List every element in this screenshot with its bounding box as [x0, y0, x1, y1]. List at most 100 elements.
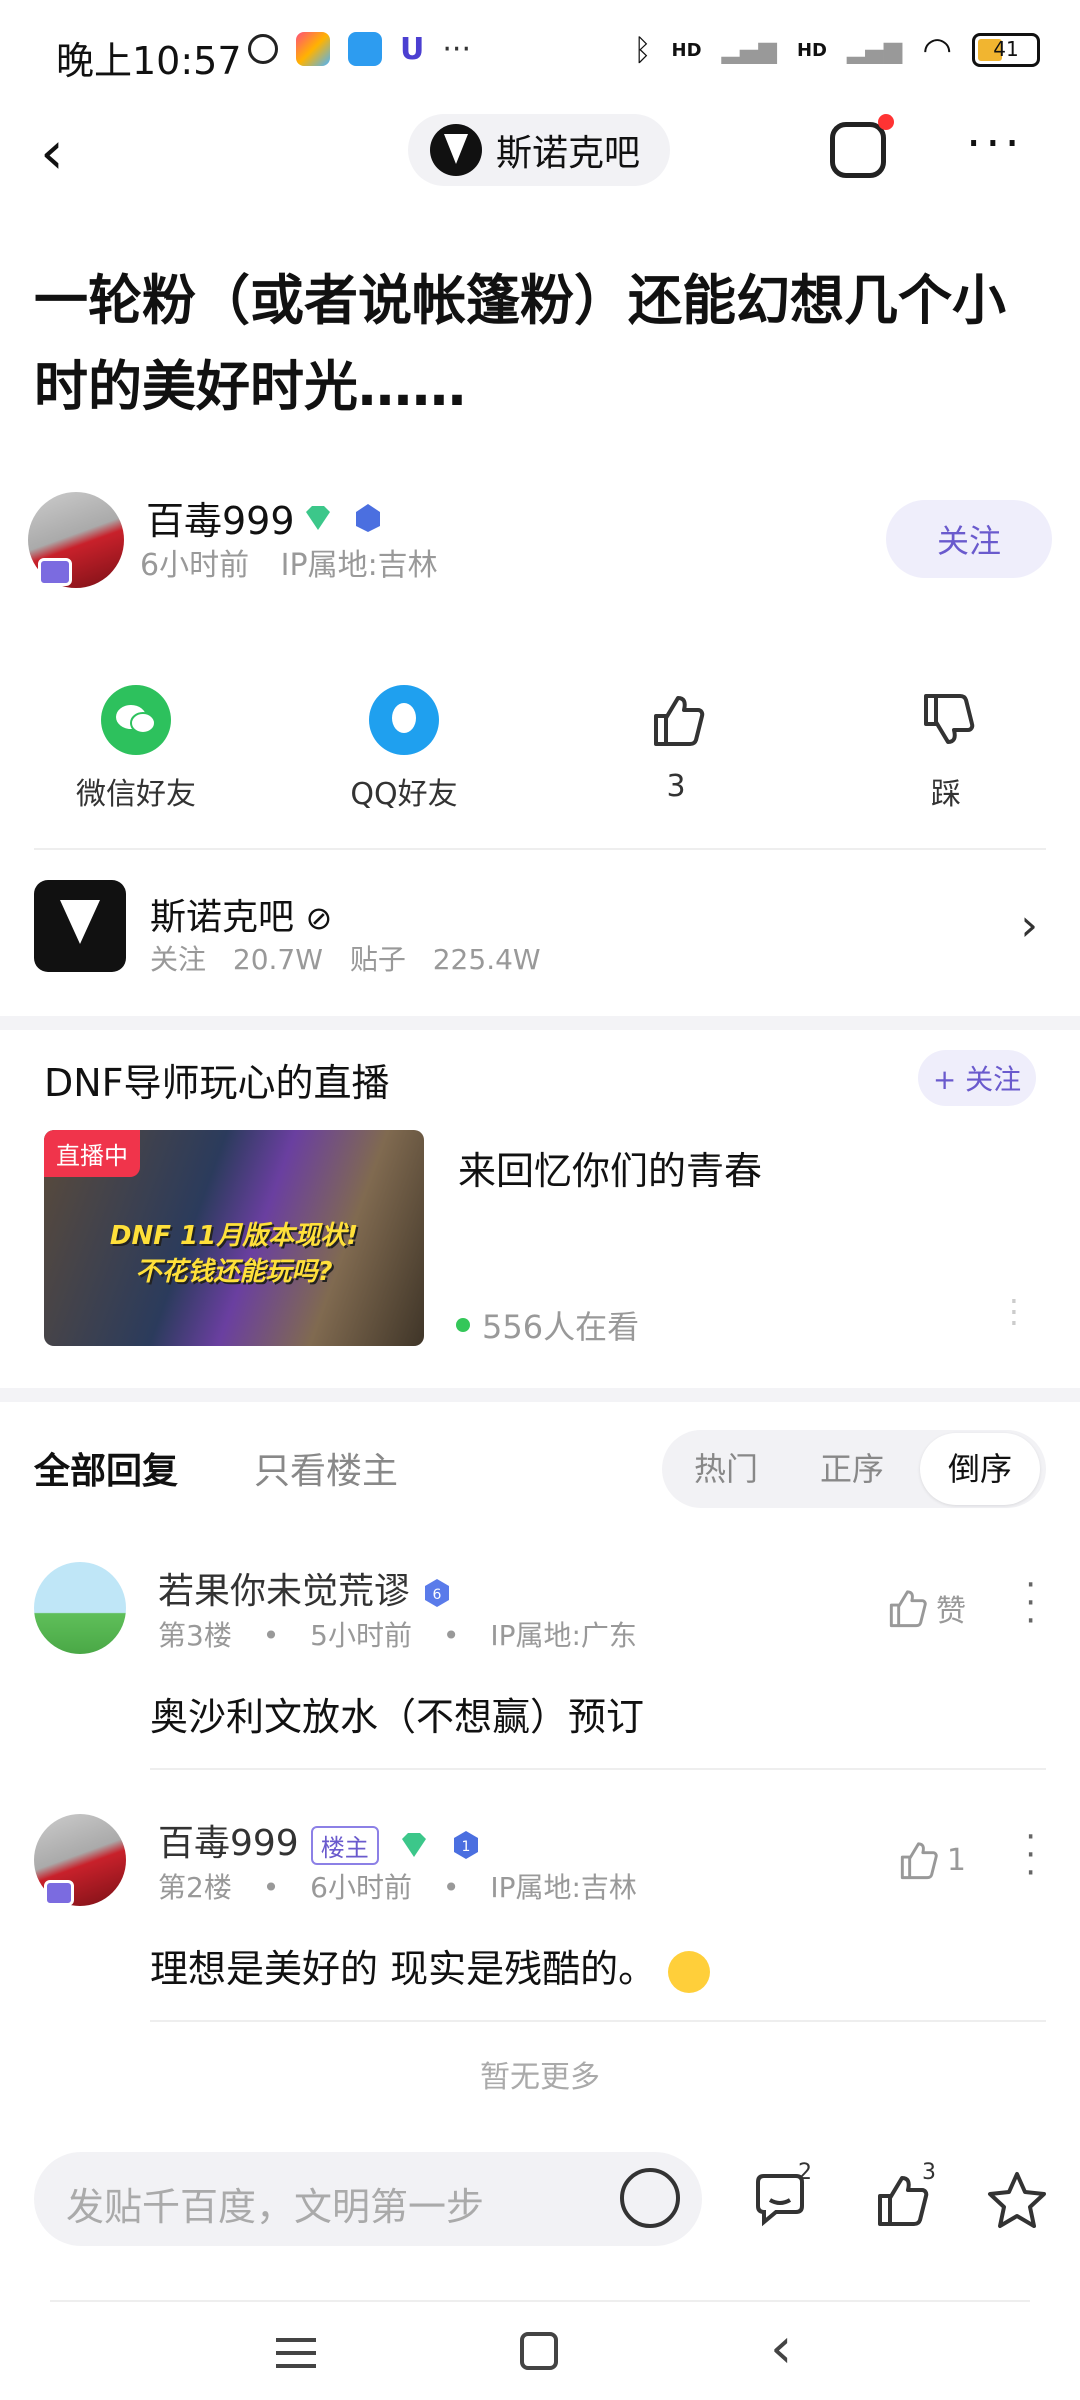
reply-time: 5小时前 — [310, 1619, 412, 1652]
signal-bars-2-icon: ▂▄▆ — [846, 36, 903, 64]
wifi-icon: ◠ — [922, 30, 952, 70]
reply-floor: 第2楼 — [158, 1871, 232, 1904]
bluetooth-icon: ᛒ — [633, 32, 652, 68]
status-right: ᛒ HD ▂▄▆ HD ▂▄▆ ◠ 41 — [634, 30, 1040, 70]
favorite-button[interactable] — [986, 2170, 1048, 2236]
edit-icon[interactable] — [830, 122, 886, 178]
reply-time: 6小时前 — [310, 1871, 412, 1904]
qq-icon — [369, 685, 439, 755]
live-follow-button[interactable]: + 关注 — [918, 1050, 1036, 1106]
reply-ip: IP属地:吉林 — [490, 1871, 637, 1904]
battery-icon: 41 — [972, 33, 1040, 67]
tab-all-replies[interactable]: 全部回复 — [34, 1442, 178, 1494]
reply-more-icon[interactable]: · · · — [1025, 1568, 1036, 1638]
forum-name: 斯诺克吧 ⊘ — [150, 888, 332, 940]
divider — [34, 848, 1046, 850]
live-card[interactable]: DNF导师玩心的直播 + 关注 直播中 DNF 11月版本现状! 不花钱还能玩吗… — [44, 1030, 1036, 1350]
top-nav-bar: ‹ 斯诺克吧 ··· — [0, 100, 1080, 200]
live-dot-icon — [456, 1318, 470, 1332]
back-icon[interactable]: ‹ — [40, 118, 64, 188]
status-bar: 晚上10:57 ᑌ ··· ᛒ HD ▂▄▆ HD ▂▄▆ ◠ 41 — [0, 0, 1080, 100]
sort-desc[interactable]: 倒序 — [920, 1433, 1040, 1505]
live-headline: 来回忆你们的青春 — [458, 1149, 763, 1193]
share-wechat[interactable]: 微信好友 — [36, 685, 236, 813]
live-more-icon[interactable]: ⋮ — [998, 1292, 1030, 1330]
thumbs-up-icon — [889, 1590, 927, 1628]
signal-2-icon: HD — [796, 39, 827, 61]
viewer-count: 556人在看 — [482, 1308, 640, 1346]
live-channel-name: DNF导师玩心的直播 — [44, 1061, 390, 1105]
thumbnail-caption-1: DNF 11月版本现状! — [109, 1221, 359, 1251]
section-gap — [0, 1388, 1080, 1402]
reply-like-button[interactable]: 赞 — [884, 1586, 966, 1630]
laughing-emoji-icon — [668, 1950, 711, 1993]
svg-text:6: 6 — [433, 1587, 442, 1603]
share-qq-label: QQ好友 — [350, 777, 458, 812]
live-thumbnail[interactable]: 直播中 DNF 11月版本现状! 不花钱还能玩吗? — [44, 1130, 424, 1346]
chevron-right-icon: › — [1020, 900, 1038, 951]
author-name[interactable]: 百毒999 — [146, 490, 295, 545]
thumbnail-caption: DNF 11月版本现状! 不花钱还能玩吗? — [74, 1218, 394, 1290]
reply-like-button[interactable]: 1 — [895, 1838, 966, 1882]
bottom-bar: 发贴千百度，文明第一步 2 3 — [0, 2130, 1080, 2270]
section-gap — [0, 1016, 1080, 1030]
reply-floor: 第3楼 — [158, 1619, 232, 1652]
bottom-like-button[interactable] — [870, 2170, 930, 2234]
menu-icon[interactable] — [276, 2338, 316, 2368]
forum-stats: 关注 20.7W 贴子 225.4W — [150, 938, 541, 978]
back-nav-icon[interactable]: ‹ — [770, 2316, 792, 2381]
share-wechat-label: 微信好友 — [76, 777, 196, 812]
sort-hot[interactable]: 热门 — [666, 1430, 786, 1508]
home-icon[interactable] — [520, 2332, 558, 2370]
live-viewers: 556人在看 — [456, 1302, 639, 1348]
thumbs-up-icon — [878, 2176, 929, 2226]
tab-op-only[interactable]: 只看楼主 — [254, 1442, 398, 1494]
reply-like-count: 1 — [946, 1842, 966, 1878]
forum-pill-name: 斯诺克吧 — [496, 133, 641, 174]
more-status-icon: ··· — [442, 32, 471, 67]
reply-author[interactable]: 若果你未觉荒谬 6 — [158, 1562, 453, 1614]
divider — [50, 2300, 1030, 2302]
comment-count: 2 — [798, 2160, 812, 2185]
level-badge-icon: 1 — [453, 1831, 478, 1859]
op-tag: 楼主 — [310, 1825, 379, 1865]
emoji-icon[interactable] — [620, 2168, 680, 2228]
bottom-like-count: 3 — [922, 2160, 936, 2185]
live-badge: 直播中 — [44, 1130, 140, 1177]
forum-posts: 贴子 225.4W — [349, 943, 541, 976]
dislike-button[interactable]: 踩 — [846, 685, 1046, 813]
reply-input-placeholder: 发贴千百度，文明第一步 — [66, 2185, 485, 2229]
diamond-badge-icon — [402, 1833, 427, 1857]
author-time: 6小时前 — [140, 548, 250, 583]
forum-name-text: 斯诺克吧 — [150, 897, 295, 938]
dislike-label: 踩 — [931, 777, 961, 812]
share-qq[interactable]: QQ好友 — [304, 685, 504, 813]
forum-row[interactable]: 斯诺克吧 ⊘ 关注 20.7W 贴子 225.4W › — [34, 880, 1046, 980]
forum-followers: 关注 20.7W — [150, 943, 323, 976]
thumbs-down-icon — [911, 685, 981, 755]
svg-text:1: 1 — [461, 1839, 470, 1855]
reply-meta: 第3楼 • 5小时前 • IP属地:广东 — [158, 1619, 637, 1652]
reply-input[interactable]: 发贴千百度，文明第一步 — [34, 2152, 702, 2246]
more-menu-icon[interactable]: ··· — [966, 116, 1024, 172]
star-icon — [988, 2172, 1046, 2228]
author-row: 百毒999 6小时前 IP属地:吉林 关注 — [28, 488, 1052, 608]
reply-text-content: 理想是美好的 现实是残酷的。 — [150, 1947, 657, 1991]
level-badge-icon — [356, 504, 380, 532]
sort-asc[interactable]: 正序 — [792, 1430, 912, 1508]
reply-avatar[interactable] — [34, 1562, 126, 1654]
video-app-icon — [296, 32, 330, 66]
wechat-icon — [101, 685, 171, 755]
reply-more-icon[interactable]: · · · — [1025, 1820, 1036, 1890]
follow-button[interactable]: 关注 — [886, 500, 1052, 578]
notes-app-icon — [348, 32, 382, 66]
forum-pill[interactable]: 斯诺克吧 — [408, 114, 670, 186]
like-button[interactable]: 3 — [576, 685, 776, 804]
notification-dot — [878, 114, 894, 130]
diamond-badge-icon — [306, 506, 330, 530]
reply-like-label: 赞 — [936, 1594, 966, 1629]
reply-text: 理想是美好的 现实是残酷的。 — [150, 1938, 711, 1993]
reply-author[interactable]: 百毒999 楼主 1 — [158, 1814, 482, 1866]
share-row: 微信好友 QQ好友 3 踩 — [0, 685, 1080, 825]
author-meta: 6小时前 IP属地:吉林 — [140, 540, 438, 584]
